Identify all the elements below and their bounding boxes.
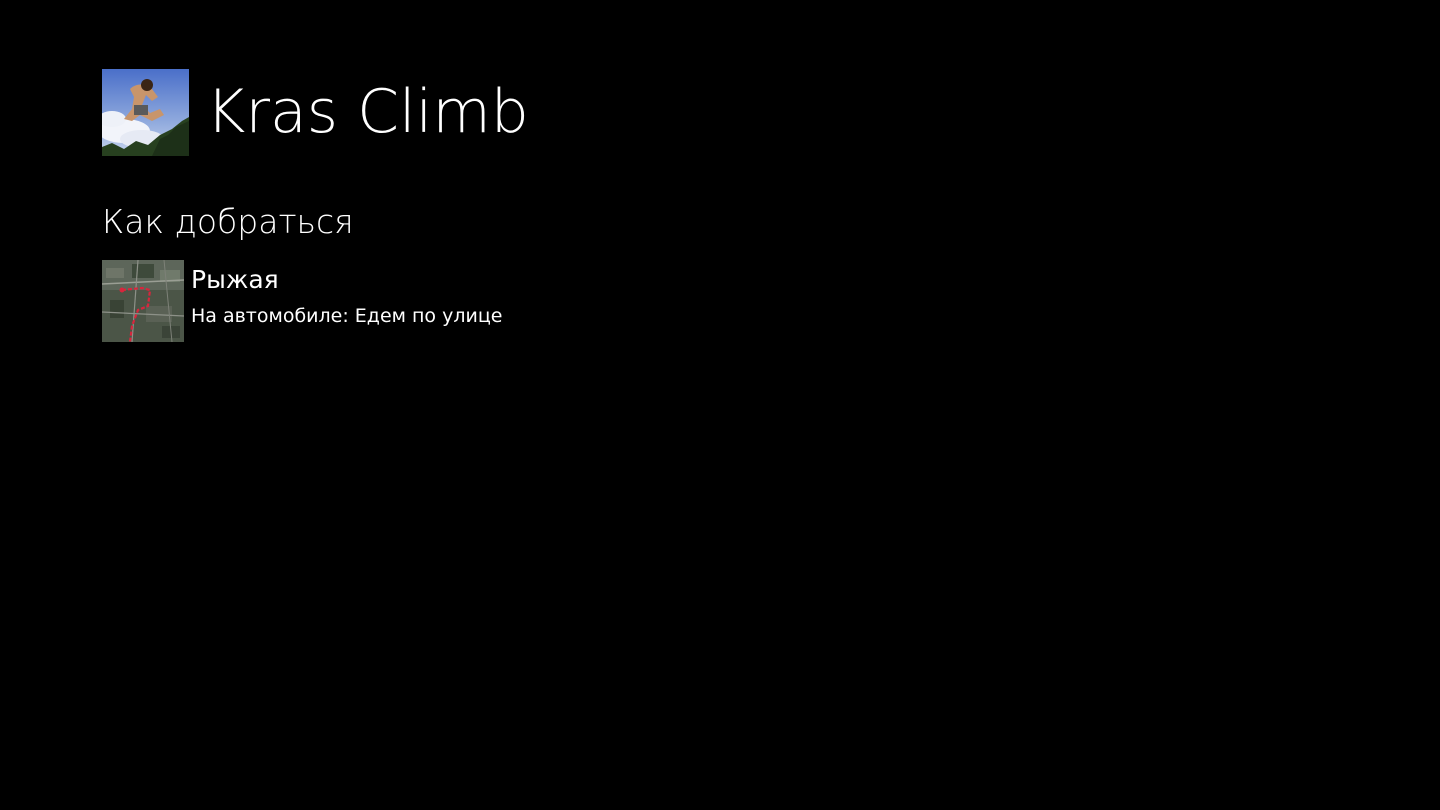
list-item-subtitle: На автомобиле: Едем по улице xyxy=(191,305,503,327)
app-window: Kras Climb Как добраться Рыжая На автомо… xyxy=(0,0,1440,810)
route-map-thumbnail-icon xyxy=(102,260,184,342)
list-item-title: Рыжая xyxy=(191,265,279,294)
climber-photo-icon xyxy=(102,69,189,156)
page-header: Kras Climb xyxy=(102,69,529,156)
section-title: Как добраться xyxy=(102,202,354,241)
directions-list: Рыжая На автомобиле: Едем по улице xyxy=(102,260,702,342)
list-item-text: Рыжая На автомобиле: Едем по улице xyxy=(191,260,502,328)
list-item[interactable]: Рыжая На автомобиле: Едем по улице xyxy=(102,260,702,342)
app-title: Kras Climb xyxy=(206,77,529,147)
